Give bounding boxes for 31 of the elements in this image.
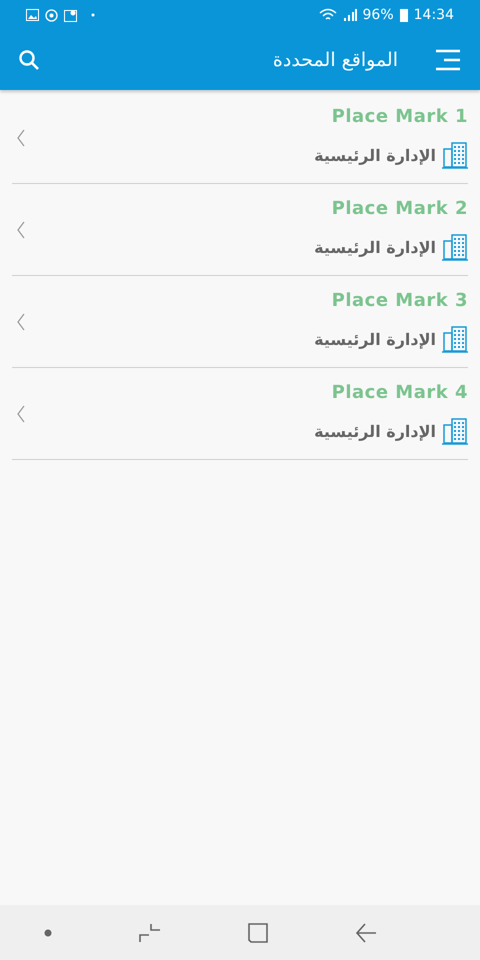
image-icon (26, 9, 39, 21)
location-name: الإدارة الرئيسية (314, 330, 436, 348)
back-icon[interactable] (354, 922, 376, 942)
building-icon (442, 417, 468, 445)
power-icon (45, 8, 58, 22)
place-name: Place Mark 4 (332, 382, 468, 403)
chevron-left-icon (16, 404, 26, 422)
chevron-left-icon (16, 220, 26, 238)
dot-icon[interactable] (44, 928, 52, 936)
battery-percent: 96% (362, 7, 394, 23)
chevron-left-icon (16, 128, 26, 146)
location-name: الإدارة الرئيسية (314, 238, 436, 256)
location-name: الإدارة الرئيسية (314, 146, 436, 164)
dot-icon (91, 13, 95, 17)
place-name: Place Mark 1 (332, 106, 468, 127)
menu-icon[interactable] (434, 49, 462, 71)
signal-icon (342, 8, 357, 22)
building-icon (442, 325, 468, 353)
building-icon (442, 141, 468, 169)
place-name: Place Mark 3 (332, 290, 468, 311)
building-icon (442, 233, 468, 261)
location-name: الإدارة الرئيسية (314, 422, 436, 440)
battery-icon (400, 8, 408, 22)
recent-apps-icon[interactable] (138, 922, 160, 942)
chevron-left-icon (16, 312, 26, 330)
screen-title: المواقع المحددة (272, 49, 398, 71)
home-icon[interactable] (248, 922, 268, 942)
clock-time: 14:34 (414, 7, 454, 23)
wifi-icon (318, 8, 337, 22)
place-name: Place Mark 2 (332, 198, 468, 219)
search-icon[interactable] (18, 49, 40, 71)
